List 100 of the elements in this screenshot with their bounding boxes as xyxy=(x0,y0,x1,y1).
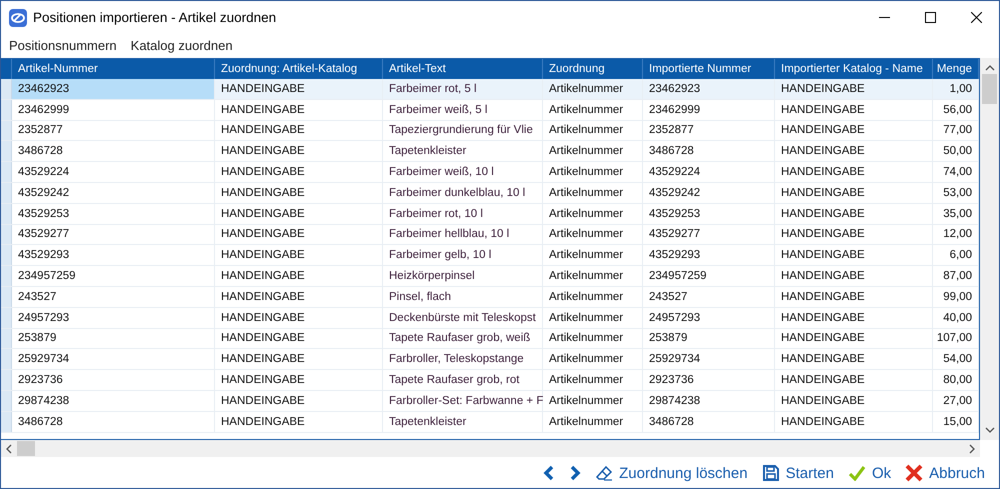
table-cell: Tapete Raufaser grob, weiß xyxy=(383,328,543,348)
row-header[interactable] xyxy=(1,182,12,203)
table-cell: HANDEINGABE xyxy=(775,390,933,411)
start-button[interactable]: Starten xyxy=(760,462,836,484)
row-header[interactable] xyxy=(1,390,12,411)
table-cell: Artikelnummer xyxy=(543,100,643,120)
table-cell: 29874238 xyxy=(12,390,215,411)
table-row[interactable]: 29874238 HANDEINGABE Farbroller-Set: Farbwanne + F Artikelnummer 29874238 HANDEINGABE 27,00 xyxy=(1,390,979,412)
table-cell: 23462999 xyxy=(12,100,215,120)
table-cell: 74,00 xyxy=(933,162,979,182)
table-cell: 243527 xyxy=(643,286,775,307)
table-cell: HANDEINGABE xyxy=(215,141,383,162)
table-cell: Artikelnummer xyxy=(543,141,643,162)
table-cell: HANDEINGABE xyxy=(775,182,933,203)
table-cell: 3486728 xyxy=(643,412,775,432)
row-header[interactable] xyxy=(1,162,12,182)
row-header[interactable] xyxy=(1,370,12,390)
table-cell: HANDEINGABE xyxy=(775,224,933,244)
table-cell: Farbroller, Teleskopstange xyxy=(383,349,543,370)
row-header[interactable] xyxy=(1,245,12,266)
table-cell: Artikelnummer xyxy=(543,349,643,370)
table-cell: HANDEINGABE xyxy=(775,245,933,266)
window-title: Positionen importieren - Artikel zuordnen xyxy=(33,10,278,25)
table-cell: HANDEINGABE xyxy=(775,328,933,348)
row-header[interactable] xyxy=(1,120,12,140)
table-cell: Farbeimer weiß, 5 l xyxy=(383,100,543,120)
table-cell: HANDEINGABE xyxy=(215,286,383,307)
table-row[interactable]: 43529242 HANDEINGABE Farbeimer dunkelblau, 10 l Artikelnummer 43529242 HANDEINGABE 53,00 xyxy=(1,182,979,204)
table-cell: 56,00 xyxy=(933,100,979,120)
table-cell: HANDEINGABE xyxy=(215,266,383,286)
menu-item[interactable]: Positionsnummern xyxy=(9,38,117,52)
table-cell: HANDEINGABE xyxy=(775,286,933,307)
table-row[interactable]: 23462999 HANDEINGABE Farbeimer weiß, 5 l Artikelnummer 23462999 HANDEINGABE 56,00 xyxy=(1,100,979,121)
menu-item[interactable]: Katalog zuordnen xyxy=(130,38,233,52)
row-header[interactable] xyxy=(1,349,12,370)
table-cell: HANDEINGABE xyxy=(775,412,933,432)
table-row[interactable]: 25929734 HANDEINGABE Farbroller, Teleskopstange Artikelnummer 25929734 HANDEINGABE 54,00 xyxy=(1,349,979,370)
row-header[interactable] xyxy=(1,328,12,348)
table-cell: 43529253 xyxy=(643,204,775,224)
table-cell: 43529277 xyxy=(643,224,775,244)
table-cell: 3486728 xyxy=(643,141,775,162)
table-cell: 253879 xyxy=(643,328,775,348)
table-cell: 35,00 xyxy=(933,204,979,224)
table-row[interactable]: 243527 HANDEINGABE Pinsel, flach Artikelnummer 243527 HANDEINGABE 99,00 xyxy=(1,286,979,308)
close-icon xyxy=(905,464,924,482)
table-cell: 24957293 xyxy=(643,308,775,328)
row-header[interactable] xyxy=(1,79,12,99)
scroll-thumb[interactable] xyxy=(982,74,997,104)
horizontal-scrollbar[interactable] xyxy=(1,440,980,457)
vertical-scrollbar[interactable] xyxy=(980,58,999,440)
table-cell: Artikelnummer xyxy=(543,328,643,348)
row-header[interactable] xyxy=(1,308,12,328)
app-icon xyxy=(9,8,27,26)
table-cell: 25929734 xyxy=(12,349,215,370)
table-cell: Farbeimer gelb, 10 l xyxy=(383,245,543,266)
scroll-right-icon[interactable] xyxy=(968,444,976,454)
close-icon xyxy=(970,12,982,23)
table-row[interactable]: 43529293 HANDEINGABE Farbeimer gelb, 10 l Artikelnummer 43529293 HANDEINGABE 6,00 xyxy=(1,245,979,266)
table-row[interactable]: 3486728 HANDEINGABE Tapetenkleister Artikelnummer 3486728 HANDEINGABE 15,00 xyxy=(1,412,979,433)
table-row[interactable]: 253879 HANDEINGABE Tapete Raufaser grob, weiß Artikelnummer 253879 HANDEINGABE 107,00 xyxy=(1,328,979,350)
table-row[interactable]: 3486728 HANDEINGABE Tapetenkleister Artikelnummer 3486728 HANDEINGABE 50,00 xyxy=(1,141,979,162)
table-cell: HANDEINGABE xyxy=(215,390,383,411)
table-cell: HANDEINGABE xyxy=(775,162,933,182)
table-cell: Artikelnummer xyxy=(543,162,643,182)
scroll-thumb[interactable] xyxy=(17,441,35,456)
table-cell: 87,00 xyxy=(933,266,979,286)
row-header[interactable] xyxy=(1,412,12,432)
table-cell: HANDEINGABE xyxy=(215,162,383,182)
table-row[interactable]: 24957293 HANDEINGABE Deckenbürste mit Teleskopst Artikelnummer 24957293 HANDEINGABE 40,00 xyxy=(1,308,979,329)
table-cell: HANDEINGABE xyxy=(775,120,933,140)
row-header[interactable] xyxy=(1,100,12,120)
clear-button[interactable]: Zuordnung löschen xyxy=(593,462,750,484)
ok-button[interactable]: Ok xyxy=(846,462,894,484)
table-cell: 253879 xyxy=(12,328,215,348)
table-cell: Artikelnummer xyxy=(543,390,643,411)
scroll-left-icon[interactable] xyxy=(5,444,13,454)
cancel-button[interactable]: Abbruch xyxy=(903,462,987,484)
table-cell: Farbeimer rot, 5 l xyxy=(383,79,543,99)
table-row[interactable]: 234957259 HANDEINGABE Heizkörperpinsel Artikelnummer 234957259 HANDEINGABE 87,00 xyxy=(1,266,979,287)
table-row[interactable]: 2352877 HANDEINGABE Tapeziergrundierung für Vlie Artikelnummer 2352877 HANDEINGABE 77,00 xyxy=(1,120,979,142)
table-cell: Artikelnummer xyxy=(543,224,643,244)
table-cell: HANDEINGABE xyxy=(215,412,383,432)
table-cell: 12,00 xyxy=(933,224,979,244)
table-row[interactable]: 43529277 HANDEINGABE Farbeimer hellblau, 10 l Artikelnummer 43529277 HANDEINGABE 12,00 xyxy=(1,224,979,246)
scroll-down-icon[interactable] xyxy=(984,426,994,434)
table-cell: Farbeimer rot, 10 l xyxy=(383,204,543,224)
row-header[interactable] xyxy=(1,204,12,224)
table-row[interactable]: 43529253 HANDEINGABE Farbeimer rot, 10 l Artikelnummer 43529253 HANDEINGABE 35,00 xyxy=(1,204,979,225)
table-cell: Tapetenkleister xyxy=(383,412,543,432)
table-cell: HANDEINGABE xyxy=(215,328,383,348)
table-row[interactable]: 2923736 HANDEINGABE Tapete Raufaser grob, rot Artikelnummer 2923736 HANDEINGABE 80,00 xyxy=(1,370,979,391)
row-header[interactable] xyxy=(1,224,12,244)
row-header[interactable] xyxy=(1,266,12,286)
table-row[interactable]: 43529224 HANDEINGABE Farbeimer weiß, 10 l Artikelnummer 43529224 HANDEINGABE 74,00 xyxy=(1,162,979,183)
scroll-up-icon[interactable] xyxy=(984,64,994,72)
table-row[interactable]: 23462923 HANDEINGABE Farbeimer rot, 5 l Artikelnummer 23462923 HANDEINGABE 1,00 xyxy=(1,79,979,100)
row-header[interactable] xyxy=(1,286,12,307)
table-cell: 243527 xyxy=(12,286,215,307)
table-cell: HANDEINGABE xyxy=(215,245,383,266)
row-header[interactable] xyxy=(1,141,12,162)
